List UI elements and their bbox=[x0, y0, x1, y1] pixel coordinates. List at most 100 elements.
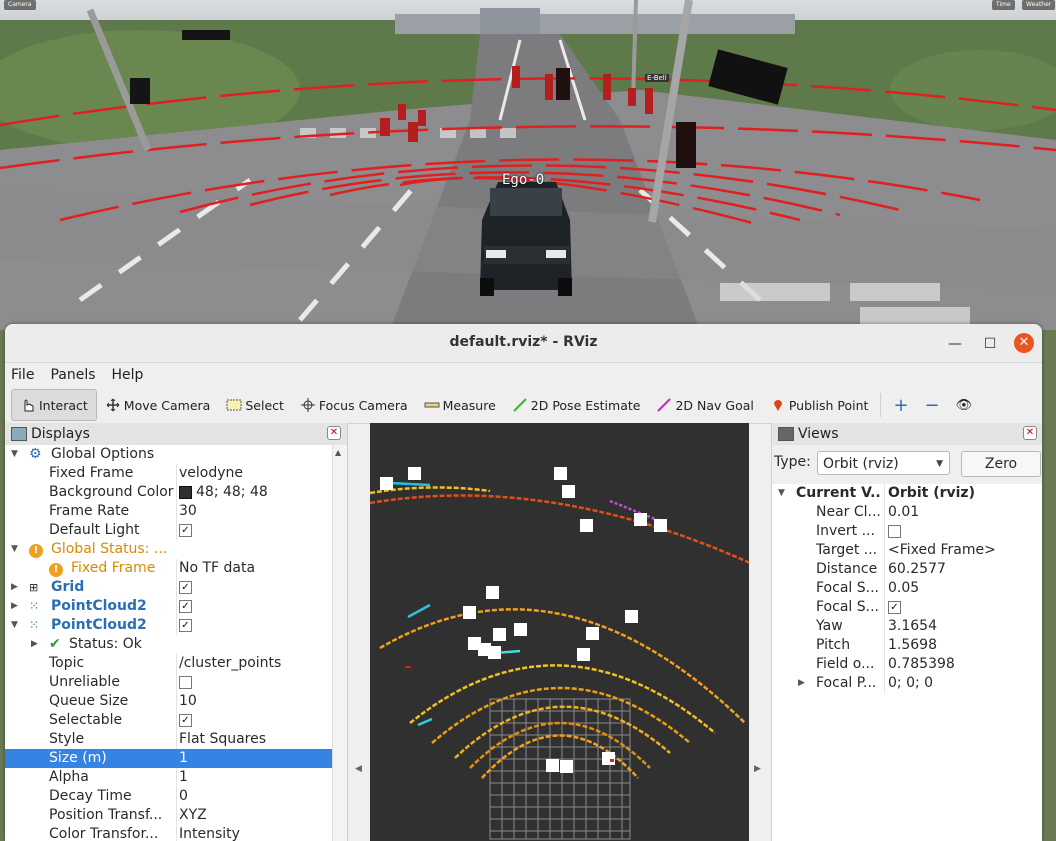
style-value[interactable]: Flat Squares bbox=[179, 730, 266, 749]
eye-icon[interactable]: 👁 bbox=[948, 390, 981, 420]
remove-tool-button[interactable]: − bbox=[917, 390, 948, 420]
unreliable-checkbox[interactable] bbox=[179, 675, 192, 689]
close-panel-icon[interactable]: ✕ bbox=[1023, 426, 1037, 440]
weather-tag[interactable]: Weather bbox=[1022, 0, 1056, 10]
tree-row-field-of-view[interactable]: Field o... 0.785398 bbox=[772, 655, 1042, 674]
render-view[interactable] bbox=[369, 423, 751, 841]
tree-row-yaw[interactable]: Yaw 3.1654 bbox=[772, 617, 1042, 636]
measure-tool[interactable]: Measure bbox=[416, 390, 504, 420]
distance-value[interactable]: 60.2577 bbox=[888, 560, 946, 579]
tree-row-global-options[interactable]: ▼ ⚙ Global Options bbox=[5, 445, 332, 464]
select-tool[interactable]: Select bbox=[218, 390, 292, 420]
view-type-dropdown[interactable]: Orbit (rviz) ▼ bbox=[817, 451, 950, 475]
field-of-view-value[interactable]: 0.785398 bbox=[888, 655, 955, 674]
tree-row-pointcloud2-a[interactable]: ▶ ⁙ PointCloud2 ✓ bbox=[5, 597, 332, 616]
tree-row-current-view[interactable]: ▼ Current V... Orbit (rviz) bbox=[772, 484, 1042, 503]
pointcloud2-checkbox[interactable]: ✓ bbox=[179, 599, 192, 613]
tree-row-fixed-frame[interactable]: Fixed Frame velodyne bbox=[5, 464, 332, 483]
pointcloud-render[interactable] bbox=[369, 423, 751, 841]
displays-scrollbar[interactable]: ▲ bbox=[332, 445, 347, 841]
pose-estimate-tool[interactable]: 2D Pose Estimate bbox=[504, 390, 649, 420]
tree-row-status-ok[interactable]: ▶ ✔ Status: Ok bbox=[5, 635, 332, 654]
tree-row-focal-shape-fixed[interactable]: Focal S... ✓ bbox=[772, 598, 1042, 617]
tree-row-invert[interactable]: Invert ... bbox=[772, 522, 1042, 541]
tree-row-position-transformer[interactable]: Position Transf... XYZ bbox=[5, 806, 332, 825]
yaw-value[interactable]: 3.1654 bbox=[888, 617, 937, 636]
pointcloud2-checkbox[interactable]: ✓ bbox=[179, 618, 192, 632]
tree-row-focal-point[interactable]: ▶ Focal P... 0; 0; 0 bbox=[772, 674, 1042, 693]
move-camera-tool[interactable]: Move Camera bbox=[97, 390, 219, 420]
close-panel-icon[interactable]: ✕ bbox=[327, 426, 341, 440]
interact-tool[interactable]: Interact bbox=[11, 389, 97, 421]
invert-checkbox[interactable] bbox=[888, 524, 901, 538]
target-frame-value[interactable]: <Fixed Frame> bbox=[888, 541, 996, 560]
near-clip-value[interactable]: 0.01 bbox=[888, 503, 919, 522]
collapse-arrow-icon[interactable]: ▼ bbox=[11, 616, 18, 635]
publish-point-tool[interactable]: Publish Point bbox=[762, 390, 877, 420]
grid-checkbox[interactable]: ✓ bbox=[179, 580, 192, 594]
tree-row-pointcloud2-b[interactable]: ▼ ⁙ PointCloud2 ✓ bbox=[5, 616, 332, 635]
tree-row-grid[interactable]: ▶ ⊞ Grid ✓ bbox=[5, 578, 332, 597]
expand-arrow-icon[interactable]: ▶ bbox=[31, 635, 38, 654]
background-color-value[interactable]: 48; 48; 48 bbox=[179, 483, 268, 502]
tree-row-color-transformer[interactable]: Color Transfor... Intensity bbox=[5, 825, 332, 841]
tree-row-target-frame[interactable]: Target ... <Fixed Frame> bbox=[772, 541, 1042, 560]
size-value[interactable]: 1 bbox=[179, 749, 188, 768]
close-button[interactable]: ✕ bbox=[1014, 333, 1034, 353]
focal-shape-fixed-checkbox[interactable]: ✓ bbox=[888, 600, 901, 614]
tree-row-style[interactable]: Style Flat Squares bbox=[5, 730, 332, 749]
tree-row-frame-rate[interactable]: Frame Rate 30 bbox=[5, 502, 332, 521]
color-swatch[interactable] bbox=[179, 485, 192, 499]
decay-time-value[interactable]: 0 bbox=[179, 787, 188, 806]
expand-arrow-icon[interactable]: ▶ bbox=[11, 597, 18, 616]
maximize-button[interactable]: ☐ bbox=[980, 334, 1000, 354]
default-light-checkbox[interactable]: ✓ bbox=[179, 523, 192, 537]
tree-row-global-status[interactable]: ▼ ! Global Status: ... bbox=[5, 540, 332, 559]
tree-row-selectable[interactable]: Selectable ✓ bbox=[5, 711, 332, 730]
position-transformer-value[interactable]: XYZ bbox=[179, 806, 207, 825]
tree-row-background-color[interactable]: Background Color 48; 48; 48 bbox=[5, 483, 332, 502]
focal-shape-size-value[interactable]: 0.05 bbox=[888, 579, 919, 598]
tree-row-focal-shape-size[interactable]: Focal S... 0.05 bbox=[772, 579, 1042, 598]
tree-row-unreliable[interactable]: Unreliable bbox=[5, 673, 332, 692]
collapse-arrow-icon[interactable]: ▼ bbox=[778, 484, 785, 503]
add-tool-button[interactable]: + bbox=[885, 390, 916, 420]
menu-file[interactable]: File bbox=[11, 367, 34, 383]
zero-button[interactable]: Zero bbox=[961, 451, 1041, 477]
focus-camera-tool[interactable]: Focus Camera bbox=[292, 390, 416, 420]
tree-row-status-fixed-frame[interactable]: ! Fixed Frame No TF data bbox=[5, 559, 332, 578]
tree-row-near-clip[interactable]: Near Cl... 0.01 bbox=[772, 503, 1042, 522]
fixed-frame-value[interactable]: velodyne bbox=[179, 464, 243, 483]
selectable-checkbox[interactable]: ✓ bbox=[179, 713, 192, 727]
color-transformer-value[interactable]: Intensity bbox=[179, 825, 240, 841]
menu-panels[interactable]: Panels bbox=[50, 367, 95, 383]
pitch-value[interactable]: 1.5698 bbox=[888, 636, 937, 655]
time-tag[interactable]: Time bbox=[992, 0, 1015, 10]
tree-row-distance[interactable]: Distance 60.2577 bbox=[772, 560, 1042, 579]
collapse-arrow-icon[interactable]: ▼ bbox=[11, 540, 18, 559]
queue-size-value[interactable]: 10 bbox=[179, 692, 197, 711]
scroll-up-arrow-icon[interactable]: ▲ bbox=[335, 448, 341, 457]
tree-row-decay-time[interactable]: Decay Time 0 bbox=[5, 787, 332, 806]
tree-row-queue-size[interactable]: Queue Size 10 bbox=[5, 692, 332, 711]
camera-tag[interactable]: Camera bbox=[4, 0, 36, 10]
tree-row-topic[interactable]: Topic /cluster_points bbox=[5, 654, 332, 673]
expand-arrow-icon[interactable]: ▶ bbox=[798, 674, 805, 693]
tree-row-alpha[interactable]: Alpha 1 bbox=[5, 768, 332, 787]
tree-row-size[interactable]: Size (m) 1 bbox=[5, 749, 332, 768]
displays-tree[interactable]: ▼ ⚙ Global Options Fixed Frame velodyne … bbox=[5, 445, 332, 841]
minimize-button[interactable]: — bbox=[945, 334, 965, 354]
collapse-arrow-icon[interactable]: ▼ bbox=[11, 445, 18, 464]
title-bar[interactable]: default.rviz* - RViz — ☐ ✕ bbox=[5, 324, 1042, 363]
frame-rate-value[interactable]: 30 bbox=[179, 502, 197, 521]
expand-arrow-icon[interactable]: ▶ bbox=[11, 578, 18, 597]
tree-row-pitch[interactable]: Pitch 1.5698 bbox=[772, 636, 1042, 655]
focal-point-value[interactable]: 0; 0; 0 bbox=[888, 674, 933, 693]
topic-value[interactable]: /cluster_points bbox=[179, 654, 281, 673]
views-tree[interactable]: ▼ Current V... Orbit (rviz) Near Cl... 0… bbox=[772, 484, 1042, 841]
right-splitter-handle[interactable]: ▶ bbox=[754, 764, 761, 774]
alpha-value[interactable]: 1 bbox=[179, 768, 188, 787]
left-splitter-handle[interactable]: ◀ bbox=[355, 764, 362, 774]
nav-goal-tool[interactable]: 2D Nav Goal bbox=[648, 390, 761, 420]
menu-help[interactable]: Help bbox=[112, 367, 144, 383]
